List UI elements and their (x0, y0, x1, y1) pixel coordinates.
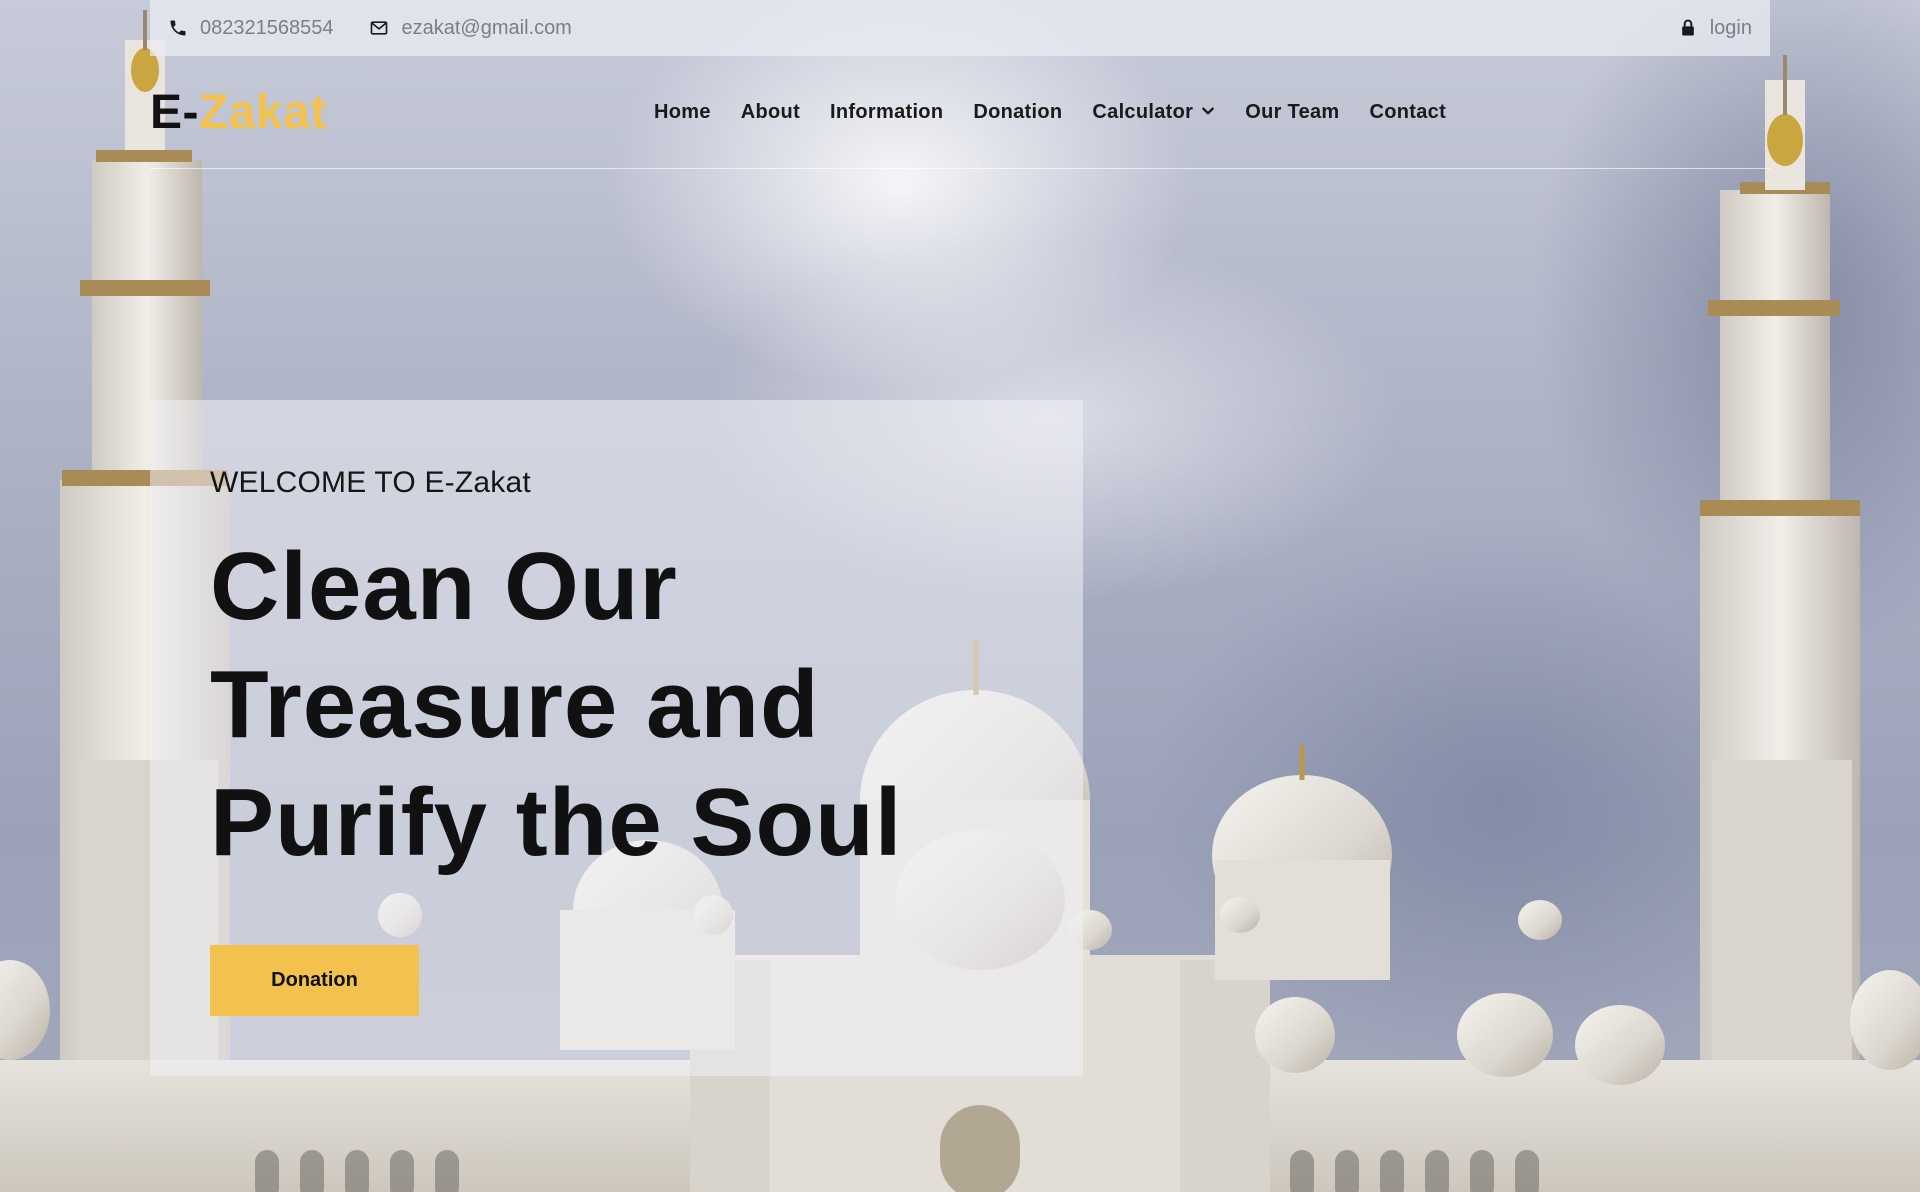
right-minaret (1700, 55, 1860, 1192)
logo-name: Zakat (199, 85, 327, 139)
envelope-icon (369, 18, 389, 38)
nav-contact[interactable]: Contact (1370, 101, 1447, 124)
phone-icon (168, 18, 188, 38)
login-link[interactable]: login (1678, 17, 1752, 40)
email-address: ezakat@gmail.com (401, 16, 572, 39)
nav-menu: Home About Information Donation Calculat… (654, 56, 1446, 168)
lock-icon (1678, 18, 1698, 38)
login-label: login (1709, 16, 1752, 39)
phone-contact[interactable]: 082321568554 (168, 17, 333, 40)
nav-donation[interactable]: Donation (973, 101, 1062, 124)
logo-prefix: E- (150, 85, 199, 139)
headline-line-1: Clean Our (210, 533, 678, 640)
email-contact[interactable]: ezakat@gmail.com (369, 16, 572, 40)
nav-about[interactable]: About (741, 101, 800, 124)
chevron-down-icon (1201, 101, 1215, 124)
nav-calculator-dropdown[interactable]: Calculator (1092, 101, 1215, 124)
main-navbar: E-Zakat Home About Information Donation … (150, 56, 1770, 168)
site-logo[interactable]: E-Zakat (150, 85, 327, 140)
nav-calculator-label: Calculator (1092, 100, 1194, 123)
nav-home[interactable]: Home (654, 101, 711, 124)
navbar-divider (150, 168, 1770, 169)
phone-number: 082321568554 (200, 16, 334, 39)
nav-our-team[interactable]: Our Team (1245, 101, 1339, 124)
top-contact-bar: 082321568554 ezakat@gmail.com login (150, 0, 1770, 56)
donation-button[interactable]: Donation (210, 945, 419, 1016)
contact-info: 082321568554 ezakat@gmail.com (168, 17, 572, 40)
headline-line-2: Treasure and (210, 651, 820, 758)
hero-welcome-text: WELCOME TO E-Zakat (210, 466, 531, 499)
headline-line-3: Purify the Soul (210, 769, 903, 876)
nav-information[interactable]: Information (830, 101, 943, 124)
hero-headline: Clean Our Treasure and Purify the Soul (210, 528, 1030, 882)
hero-card: WELCOME TO E-Zakat Clean Our Treasure an… (150, 400, 1083, 1076)
